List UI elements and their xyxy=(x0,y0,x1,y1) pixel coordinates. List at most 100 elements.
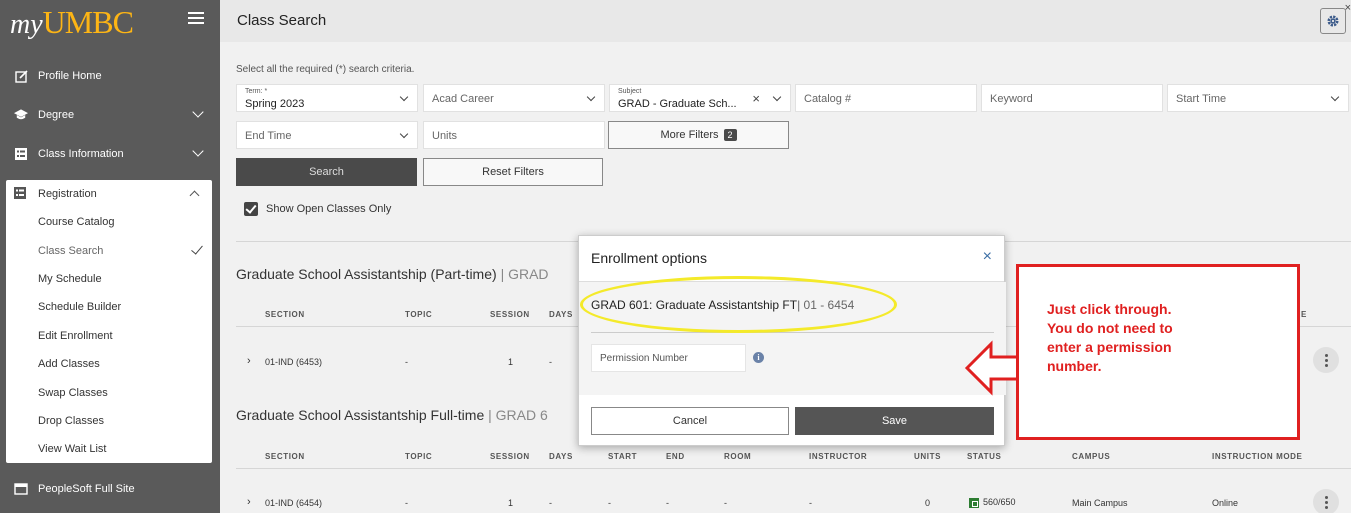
row-actions-button[interactable] xyxy=(1313,489,1339,513)
field-label: Subject xyxy=(618,88,642,95)
highlight-ellipse xyxy=(580,276,897,333)
cell-room: - xyxy=(724,498,727,508)
cell-session: 1 xyxy=(508,357,514,367)
units-input[interactable]: Units xyxy=(423,121,605,149)
myumbc-logo[interactable]: my UMBC xyxy=(10,4,134,40)
end-time-select[interactable]: End Time xyxy=(236,121,418,149)
sidebar-subitem-edit-enrollment[interactable]: Edit Enrollment xyxy=(6,322,212,350)
col-head-start: START xyxy=(608,452,638,461)
sidebar-item-peoplesoft-full-site[interactable]: PeopleSoft Full Site xyxy=(0,471,220,507)
enrollment-options-modal: Enrollment options × GRAD 601: Graduate … xyxy=(578,235,1006,446)
divider xyxy=(591,332,994,333)
col-head-instruction-mode: INSTRUCTION MODE xyxy=(1212,452,1303,461)
term-select[interactable]: Term: * Spring 2023 xyxy=(236,84,418,112)
col-head-room: ROOM xyxy=(724,452,752,461)
sidebar-subitem-my-schedule[interactable]: My Schedule xyxy=(6,265,212,293)
col-head-topic: TOPIC xyxy=(405,310,433,319)
sidebar-subitem-view-wait-list[interactable]: View Wait List xyxy=(6,435,212,463)
search-button[interactable]: Search xyxy=(236,158,417,186)
sidebar-item-label: Registration xyxy=(38,188,97,200)
sidebar-subitem-drop-classes[interactable]: Drop Classes xyxy=(6,407,212,435)
checkmark-icon xyxy=(191,242,203,256)
sidebar-item-class-information[interactable]: Class Information xyxy=(0,136,220,172)
sidebar-item-degree[interactable]: Degree xyxy=(0,97,220,133)
sidebar-item-registration[interactable]: Registration xyxy=(6,180,212,208)
list-icon xyxy=(14,147,28,161)
sidebar: my UMBC Profile Home Degree Class Informa… xyxy=(0,0,220,513)
sidebar-item-label: Class Information xyxy=(38,148,124,160)
sidebar-subitem-schedule-builder[interactable]: Schedule Builder xyxy=(6,293,212,321)
logo-umbc: UMBC xyxy=(42,4,134,40)
sidebar-subitem-swap-classes[interactable]: Swap Classes xyxy=(6,378,212,406)
info-icon[interactable]: i xyxy=(753,352,764,363)
field-value: Spring 2023 xyxy=(245,98,305,110)
col-head-campus: CAMPUS xyxy=(1072,452,1111,461)
sidebar-subitem-add-classes[interactable]: Add Classes xyxy=(6,350,212,378)
edit-icon xyxy=(14,69,28,83)
sidebar-subitem-course-catalog[interactable]: Course Catalog xyxy=(6,208,212,236)
close-icon[interactable]: × xyxy=(983,248,992,266)
col-head-days: DAYS xyxy=(549,310,573,319)
subitem-label: Course Catalog xyxy=(38,216,115,229)
reset-filters-button[interactable]: Reset Filters xyxy=(423,158,603,186)
start-time-select[interactable]: Start Time xyxy=(1167,84,1349,112)
cell-section: 01-IND (6453) xyxy=(265,357,323,367)
cell-days: - xyxy=(549,357,552,367)
col-head-days: DAYS xyxy=(549,452,573,461)
catalog-number-input[interactable]: Catalog # xyxy=(795,84,977,112)
modal-header: Enrollment options × xyxy=(579,236,1004,282)
logo-my: my xyxy=(10,9,43,40)
section-title-text: Graduate School Assistantship Full-time xyxy=(236,407,485,423)
subitem-label: Class Search xyxy=(38,244,104,257)
expand-chevron-icon[interactable]: › xyxy=(247,355,251,367)
button-label: Reset Filters xyxy=(482,166,544,178)
cell-session: 1 xyxy=(508,498,514,508)
keyword-input[interactable]: Keyword xyxy=(981,84,1163,112)
more-filters-button[interactable]: More Filters 2 xyxy=(608,121,789,149)
cancel-button[interactable]: Cancel xyxy=(591,407,789,435)
col-head-section: SECTION xyxy=(265,310,305,319)
chevron-down-icon xyxy=(399,129,409,139)
chevron-down-icon xyxy=(192,145,204,157)
callout-text: Just click through. You do not need to e… xyxy=(1047,301,1173,374)
cell-units: 0 xyxy=(925,498,931,508)
section-title: Graduate School Assistantship (Part-time… xyxy=(236,266,549,282)
acad-career-select[interactable]: Acad Career xyxy=(423,84,605,112)
col-head-end: END xyxy=(666,452,685,461)
hamburger-menu-icon[interactable] xyxy=(188,12,204,24)
subject-select[interactable]: Subject GRAD - Graduate Sch... × xyxy=(609,84,791,112)
section-title-text: Graduate School Assistantship (Part-time… xyxy=(236,266,497,282)
cell-instructor: - xyxy=(809,498,812,508)
row-actions-button[interactable] xyxy=(1313,347,1339,373)
open-classes-checkbox[interactable] xyxy=(244,202,258,216)
chevron-down-icon xyxy=(399,92,409,102)
divider xyxy=(236,468,1351,469)
save-button[interactable]: Save xyxy=(795,407,994,435)
cell-topic: - xyxy=(405,498,408,508)
field-value: GRAD - Graduate Sch... xyxy=(618,98,737,110)
subitem-label: Schedule Builder xyxy=(38,301,122,314)
subitem-label: My Schedule xyxy=(38,272,102,285)
permission-number-input[interactable]: Permission Number xyxy=(591,344,746,372)
col-head-session: SESSION xyxy=(490,452,530,461)
sidebar-item-profile-home[interactable]: Profile Home xyxy=(0,58,220,94)
close-icon[interactable]: × xyxy=(1345,2,1351,14)
page-title: Class Search xyxy=(237,12,327,29)
chevron-up-icon xyxy=(189,190,200,201)
subitem-label: Drop Classes xyxy=(38,414,105,427)
field-placeholder: Acad Career xyxy=(432,93,494,105)
filter-count-badge: 2 xyxy=(723,129,737,141)
modal-title: Enrollment options xyxy=(591,250,707,266)
open-status-icon xyxy=(969,497,979,508)
expand-chevron-icon[interactable]: › xyxy=(247,496,251,508)
button-label: Search xyxy=(309,166,344,178)
sidebar-subitem-class-search[interactable]: Class Search xyxy=(6,236,212,264)
cell-start: - xyxy=(608,498,611,508)
col-head-instruction-mode-partial: E xyxy=(1301,310,1307,319)
subitem-label: View Wait List xyxy=(38,443,107,456)
section-code: | GRAD xyxy=(500,266,549,282)
clear-icon[interactable]: × xyxy=(752,91,760,106)
settings-button[interactable] xyxy=(1320,8,1346,34)
status-value: 560/650 xyxy=(983,497,1016,507)
col-head-topic: TOPIC xyxy=(405,452,433,461)
